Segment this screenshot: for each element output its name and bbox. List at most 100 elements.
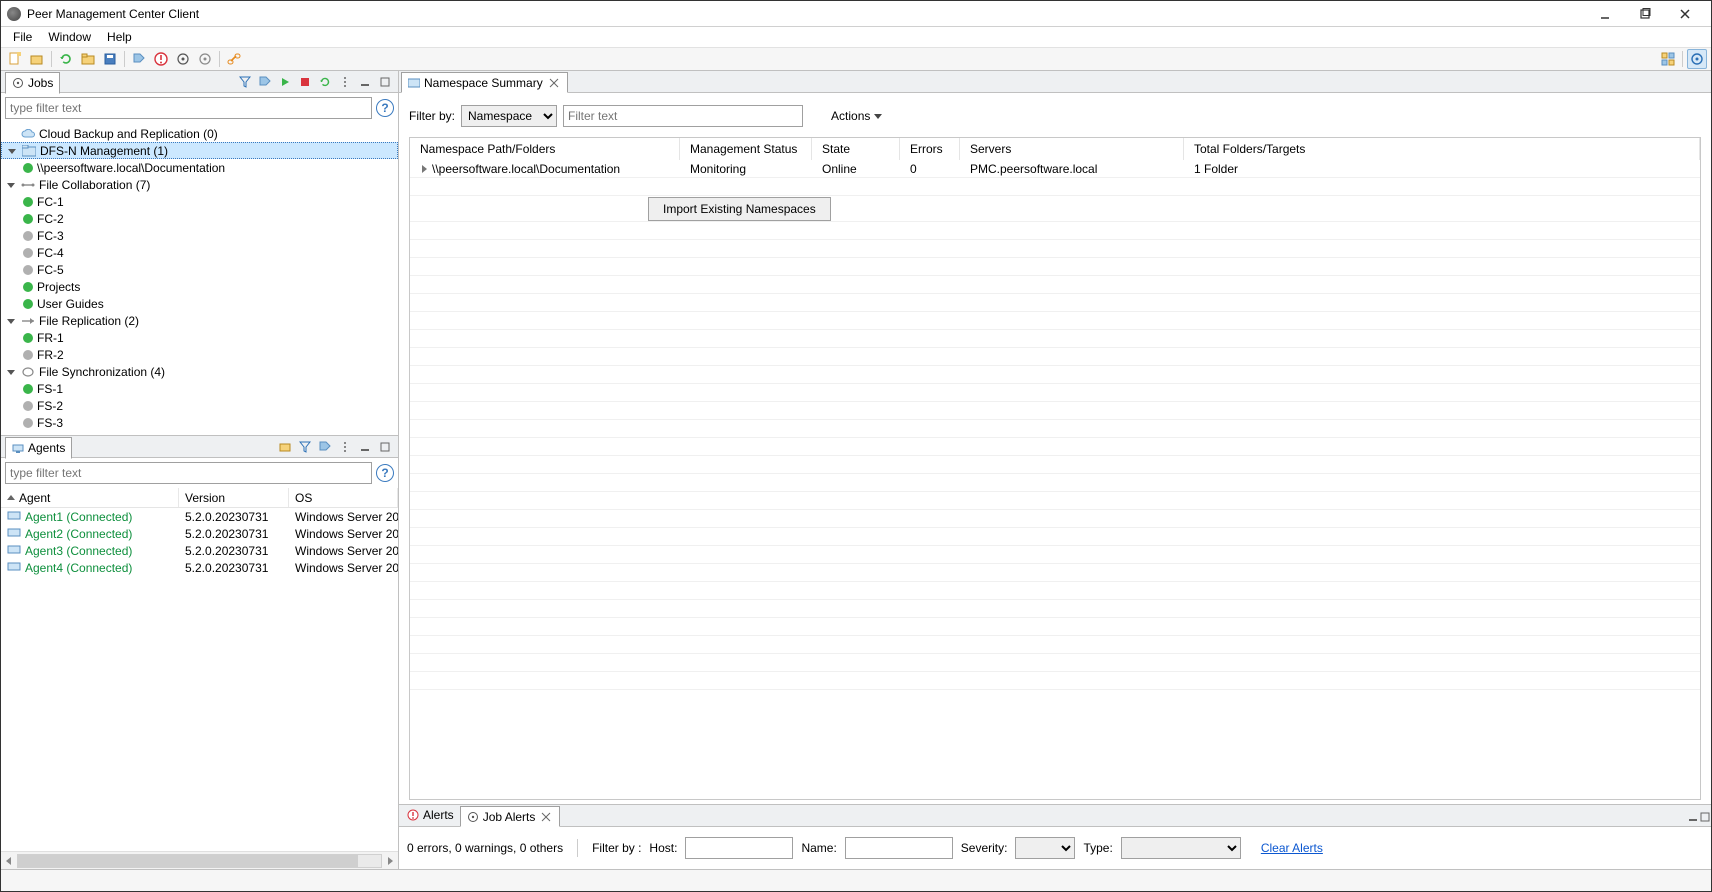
- agents-col-version[interactable]: Version: [185, 491, 225, 505]
- ns-col-state[interactable]: State: [812, 138, 900, 160]
- close-icon[interactable]: [539, 810, 553, 824]
- link-icon[interactable]: [224, 49, 244, 69]
- alerts-name-input[interactable]: [845, 837, 953, 859]
- stop-icon[interactable]: [296, 73, 314, 91]
- filter-icon[interactable]: [296, 438, 314, 456]
- tag-icon[interactable]: [316, 438, 334, 456]
- filter-by-select[interactable]: Namespace: [461, 105, 557, 127]
- refresh-icon[interactable]: [56, 49, 76, 69]
- cloud-icon: [21, 128, 35, 140]
- view-menu-icon[interactable]: [336, 73, 354, 91]
- play-icon[interactable]: [276, 73, 294, 91]
- jobs-tab[interactable]: Jobs: [5, 72, 60, 94]
- close-icon[interactable]: [547, 76, 561, 90]
- agents-filter-input[interactable]: [5, 462, 372, 484]
- minimize-view-icon[interactable]: [356, 438, 374, 456]
- tag-icon[interactable]: [256, 73, 274, 91]
- jobs-filter-input[interactable]: [5, 97, 372, 119]
- tree-item[interactable]: FS-3: [1, 414, 398, 431]
- ns-col-servers[interactable]: Servers: [960, 138, 1184, 160]
- tree-item[interactable]: FC-1: [1, 193, 398, 210]
- chevron-down-icon[interactable]: [5, 366, 17, 378]
- new-icon[interactable]: [5, 49, 25, 69]
- gear-icon[interactable]: [173, 49, 193, 69]
- clear-alerts-link[interactable]: Clear Alerts: [1261, 841, 1323, 855]
- tab-alerts[interactable]: Alerts: [401, 804, 460, 826]
- jobs-tree[interactable]: Cloud Backup and Replication (0) DFS-N M…: [1, 123, 398, 435]
- alerts-type-select[interactable]: [1121, 837, 1241, 859]
- table-row[interactable]: Agent4 (Connected)5.2.0.20230731Windows …: [1, 559, 398, 576]
- maximize-view-icon[interactable]: [376, 73, 394, 91]
- tree-item[interactable]: FS-2: [1, 397, 398, 414]
- ns-col-path[interactable]: Namespace Path/Folders: [410, 138, 680, 160]
- tree-item-repl[interactable]: File Replication (2): [1, 312, 398, 329]
- tree-item-cloud[interactable]: Cloud Backup and Replication (0): [1, 125, 398, 142]
- chevron-down-icon[interactable]: [5, 315, 17, 327]
- refresh-icon[interactable]: [316, 73, 334, 91]
- help-icon[interactable]: ?: [376, 464, 394, 482]
- menu-file[interactable]: File: [5, 28, 40, 46]
- menu-help[interactable]: Help: [99, 28, 140, 46]
- tree-item[interactable]: Projects: [1, 278, 398, 295]
- maximize-view-icon[interactable]: [376, 438, 394, 456]
- tree-item[interactable]: User Guides: [1, 295, 398, 312]
- tree-item[interactable]: FC-5: [1, 261, 398, 278]
- view-menu-icon[interactable]: [336, 438, 354, 456]
- agents-hscrollbar[interactable]: [1, 851, 398, 869]
- tree-item[interactable]: FR-1: [1, 329, 398, 346]
- tab-namespace-summary[interactable]: Namespace Summary: [401, 72, 568, 93]
- minimize-view-icon[interactable]: [356, 73, 374, 91]
- tree-item[interactable]: FC-3: [1, 227, 398, 244]
- active-perspective-icon[interactable]: [1687, 49, 1707, 69]
- save-icon[interactable]: [100, 49, 120, 69]
- table-row[interactable]: Agent2 (Connected)5.2.0.20230731Windows …: [1, 525, 398, 542]
- status-dot-icon: [23, 384, 33, 394]
- folder-icon[interactable]: [78, 49, 98, 69]
- alerts-severity-label: Severity:: [961, 841, 1008, 855]
- tree-item-dfsn-child[interactable]: \\peersoftware.local\Documentation: [1, 159, 398, 176]
- maximize-button[interactable]: [1625, 3, 1665, 25]
- ns-col-errors[interactable]: Errors: [900, 138, 960, 160]
- agents-col-agent[interactable]: Agent: [19, 491, 50, 505]
- settings-icon[interactable]: [195, 49, 215, 69]
- chevron-right-icon[interactable]: [420, 165, 428, 173]
- tree-item[interactable]: FS-4: [1, 431, 398, 435]
- gear-icon: [12, 77, 24, 89]
- tree-item-sync[interactable]: File Synchronization (4): [1, 363, 398, 380]
- table-row[interactable]: \\peersoftware.local\Documentation Monit…: [410, 160, 1700, 178]
- ns-col-totals[interactable]: Total Folders/Targets: [1184, 138, 1700, 160]
- agents-tab[interactable]: Agents: [5, 437, 72, 459]
- tree-item[interactable]: FR-2: [1, 346, 398, 363]
- chevron-down-icon[interactable]: [5, 179, 17, 191]
- error-icon[interactable]: [151, 49, 171, 69]
- tree-item-collab[interactable]: File Collaboration (7): [1, 176, 398, 193]
- agents-col-os[interactable]: OS: [295, 491, 312, 505]
- perspective-icon[interactable]: [1658, 49, 1678, 69]
- chevron-down-icon[interactable]: [6, 145, 18, 157]
- tree-item[interactable]: FC-2: [1, 210, 398, 227]
- folder-icon[interactable]: [276, 438, 294, 456]
- help-icon[interactable]: ?: [376, 99, 394, 117]
- tree-item[interactable]: FC-4: [1, 244, 398, 261]
- open-icon[interactable]: [27, 49, 47, 69]
- alerts-severity-select[interactable]: [1015, 837, 1075, 859]
- table-row[interactable]: Agent1 (Connected)5.2.0.20230731Windows …: [1, 508, 398, 525]
- minimize-view-icon[interactable]: [1687, 811, 1699, 826]
- status-dot-icon: [23, 231, 33, 241]
- filter-text-input[interactable]: [563, 105, 803, 127]
- tree-item-dfsn[interactable]: DFS-N Management (1): [1, 142, 398, 159]
- maximize-view-icon[interactable]: [1699, 811, 1711, 826]
- table-row[interactable]: Agent3 (Connected)5.2.0.20230731Windows …: [1, 542, 398, 559]
- tab-job-alerts[interactable]: Job Alerts: [460, 806, 561, 827]
- import-namespaces-button[interactable]: Import Existing Namespaces: [648, 197, 831, 221]
- tag-icon[interactable]: [129, 49, 149, 69]
- jobs-panel-header: Jobs: [1, 71, 398, 93]
- alerts-host-input[interactable]: [685, 837, 793, 859]
- filter-icon[interactable]: [236, 73, 254, 91]
- close-button[interactable]: [1665, 3, 1705, 25]
- actions-dropdown[interactable]: Actions: [827, 107, 886, 125]
- menu-window[interactable]: Window: [40, 28, 99, 46]
- minimize-button[interactable]: [1585, 3, 1625, 25]
- ns-col-mgmt[interactable]: Management Status: [680, 138, 812, 160]
- tree-item[interactable]: FS-1: [1, 380, 398, 397]
